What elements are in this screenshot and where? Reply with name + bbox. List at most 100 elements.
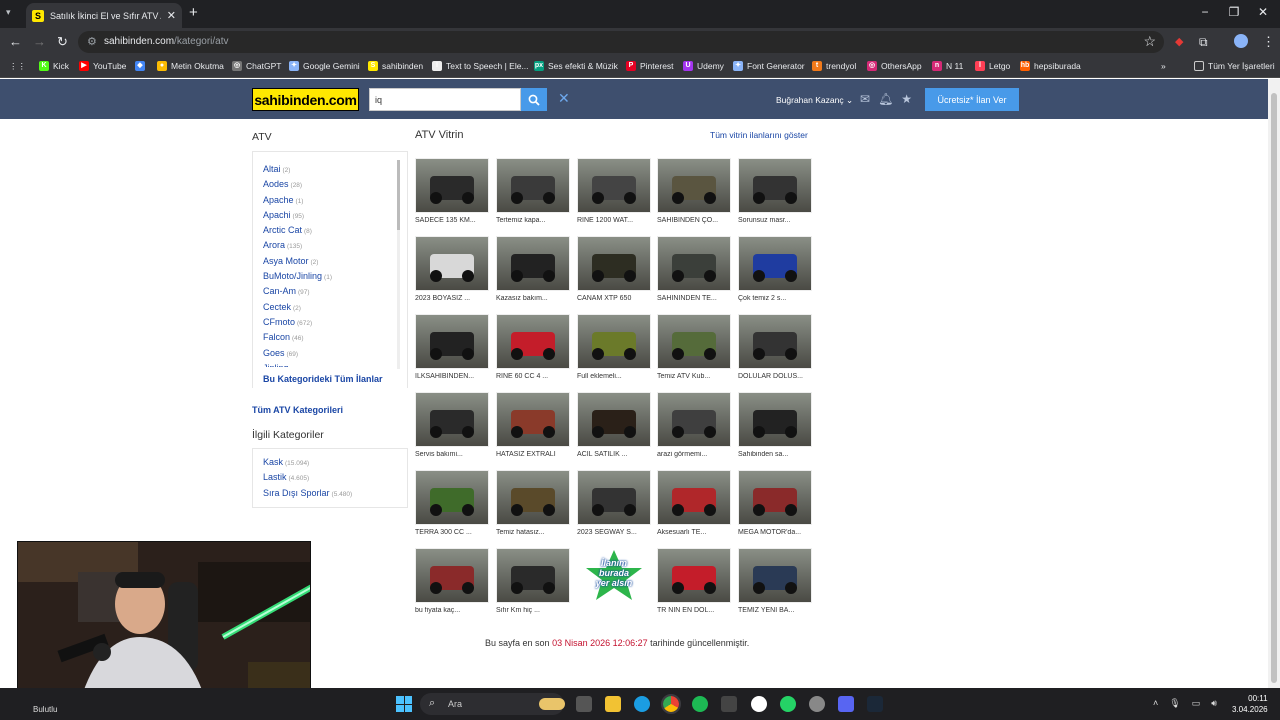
search-input[interactable] bbox=[369, 88, 521, 111]
listing-card[interactable]: TERRA 300 CC ... bbox=[415, 470, 489, 545]
bookmark-item[interactable]: ● Metin Okutma bbox=[157, 61, 224, 71]
listing-image[interactable] bbox=[577, 314, 651, 369]
all-atv-categories-link[interactable]: Tüm ATV Kategorileri bbox=[252, 405, 343, 415]
listing-image[interactable] bbox=[738, 158, 812, 213]
listing-title[interactable]: Kazasız bakım... bbox=[496, 295, 570, 302]
listing-image[interactable] bbox=[657, 314, 731, 369]
listing-card[interactable]: MEGA MOTOR'da... bbox=[738, 470, 812, 545]
bookmark-item[interactable]: ◆ bbox=[135, 61, 149, 71]
listing-title[interactable]: Tertemiz kapa... bbox=[496, 217, 570, 224]
network-icon[interactable]: ▭ bbox=[1192, 698, 1201, 709]
edge-icon[interactable] bbox=[634, 696, 650, 712]
listing-title[interactable]: Full eklemeli... bbox=[577, 373, 651, 380]
category-item[interactable]: Arora (135) bbox=[263, 238, 398, 253]
task-view-icon[interactable] bbox=[576, 696, 592, 712]
clock[interactable]: 00:11 3.04.2026 bbox=[1232, 693, 1268, 715]
promo-card[interactable]: İlanım burada yer alsın bbox=[577, 548, 651, 623]
listing-card[interactable]: Tertemiz kapa... bbox=[496, 158, 570, 233]
weather-widget[interactable]: Bulutlu bbox=[33, 705, 57, 714]
bookmark-item[interactable]: ✦ Google Gemini bbox=[289, 61, 360, 71]
tray-chevron-icon[interactable]: ˄ bbox=[1153, 698, 1158, 709]
listing-image[interactable] bbox=[657, 236, 731, 291]
listing-card[interactable]: arazi görmemi... bbox=[657, 392, 731, 467]
maximize-icon[interactable]: ❐ bbox=[1224, 5, 1244, 19]
listing-image[interactable] bbox=[738, 548, 812, 603]
menu-icon[interactable]: ⋮ bbox=[1262, 34, 1275, 50]
extension-icon[interactable]: ◆ bbox=[1175, 35, 1183, 48]
category-item[interactable]: Altai (2) bbox=[263, 162, 398, 177]
bookmark-item[interactable]: Ssahibinden bbox=[368, 61, 423, 71]
category-item[interactable]: Apache (1) bbox=[263, 193, 398, 208]
listing-title[interactable]: RINE 60 CC 4 ... bbox=[496, 373, 570, 380]
listing-image[interactable] bbox=[657, 470, 731, 525]
listing-card[interactable]: 2023 BOYASIZ ... bbox=[415, 236, 489, 311]
related-category-item[interactable]: Lastik (4.605) bbox=[253, 470, 407, 485]
listing-image[interactable] bbox=[738, 392, 812, 447]
new-tab-icon[interactable]: + bbox=[189, 4, 198, 21]
listing-title[interactable]: ACİL SATILIK ... bbox=[577, 451, 651, 458]
listing-image[interactable] bbox=[415, 470, 489, 525]
bookmark-item[interactable]: U Udemy bbox=[683, 61, 724, 71]
category-item[interactable]: Goes (69) bbox=[263, 346, 398, 361]
listing-title[interactable]: Sıfır Km hiç ... bbox=[496, 607, 570, 614]
listing-title[interactable]: Temiz hatasız... bbox=[496, 529, 570, 536]
close-tab-icon[interactable]: ✕ bbox=[167, 9, 176, 22]
category-item[interactable]: Falcon (46) bbox=[263, 330, 398, 345]
bookmark-star-icon[interactable]: ☆ bbox=[1143, 33, 1156, 50]
listing-card[interactable]: HATASIZ EXTRALI bbox=[496, 392, 570, 467]
listing-card[interactable]: SADECE 135 KM... bbox=[415, 158, 489, 233]
listing-title[interactable]: Çok temiz 2 s... bbox=[738, 295, 812, 302]
listing-title[interactable]: HATASIZ EXTRALI bbox=[496, 451, 570, 458]
address-bar[interactable]: ⚙ sahibinden.com/kategori/atv ☆ bbox=[78, 31, 1164, 53]
listing-image[interactable]: İlanım burada yer alsın bbox=[577, 548, 651, 603]
bookmark-item[interactable]: ◎ OthersApp bbox=[867, 61, 922, 71]
listing-card[interactable]: Full eklemeli... bbox=[577, 314, 651, 389]
listing-title[interactable]: Aksesuarlı TE... bbox=[657, 529, 731, 536]
show-all-vitrin-link[interactable]: Tüm vitrin ilanlarını göster bbox=[710, 130, 808, 140]
bookmark-item[interactable]: n N 11 bbox=[932, 61, 963, 71]
listing-title[interactable]: TERRA 300 CC ... bbox=[415, 529, 489, 536]
listing-image[interactable] bbox=[738, 470, 812, 525]
category-item[interactable]: Apachi (95) bbox=[263, 208, 398, 223]
listing-title[interactable]: TEMİZ YENİ BA... bbox=[738, 607, 812, 614]
bookmark-item[interactable]: px Ses efekti & Müzik bbox=[534, 61, 618, 71]
category-item[interactable]: Arctic Cat (8) bbox=[263, 223, 398, 238]
file-explorer-icon[interactable] bbox=[605, 696, 621, 712]
scrollbar-thumb[interactable] bbox=[1271, 93, 1277, 683]
post-ad-button[interactable]: Ücretsiz* İlan Ver bbox=[925, 88, 1019, 111]
listing-title[interactable]: TR NİN EN DOL... bbox=[657, 607, 731, 614]
listing-image[interactable] bbox=[738, 314, 812, 369]
listing-card[interactable]: İLKSAHİBİNDEN... bbox=[415, 314, 489, 389]
tab-search-icon[interactable]: ▾ bbox=[6, 7, 11, 18]
back-icon[interactable]: ← bbox=[9, 34, 22, 49]
listing-image[interactable] bbox=[415, 314, 489, 369]
listing-title[interactable]: 2023 BOYASIZ ... bbox=[415, 295, 489, 302]
listing-title[interactable]: Temiz ATV Kub... bbox=[657, 373, 731, 380]
listing-title[interactable]: 2023 SEGWAY S... bbox=[577, 529, 651, 536]
listing-card[interactable]: DOLULAR DOLUS... bbox=[738, 314, 812, 389]
listing-title[interactable]: Sahibinden sa... bbox=[738, 451, 812, 458]
listing-title[interactable]: SAHİBİNDEN ÇO... bbox=[657, 217, 731, 224]
more-bookmarks-icon[interactable]: » bbox=[1161, 61, 1166, 71]
listing-card[interactable]: ACİL SATILIK ... bbox=[577, 392, 651, 467]
listing-card[interactable]: SAHİBİNDEN ÇO... bbox=[657, 158, 731, 233]
close-window-icon[interactable]: ✕ bbox=[1253, 5, 1273, 19]
listing-image[interactable] bbox=[657, 392, 731, 447]
bookmark-item[interactable]: t trendyol bbox=[812, 61, 856, 71]
listing-image[interactable] bbox=[738, 236, 812, 291]
bookmark-item[interactable]: I Text to Speech | Ele... bbox=[432, 61, 529, 71]
category-list[interactable]: Altai (2) Aodes (28) Apache (1) Apachi (95) Arct… bbox=[263, 162, 398, 367]
widget-icon[interactable] bbox=[539, 698, 565, 710]
profile-avatar[interactable] bbox=[1234, 34, 1248, 48]
listing-image[interactable] bbox=[496, 470, 570, 525]
spotify-icon[interactable] bbox=[692, 696, 708, 712]
site-logo[interactable]: sahibinden.com bbox=[252, 88, 359, 111]
listing-title[interactable]: Sorunsuz masr... bbox=[738, 217, 812, 224]
app-icon[interactable] bbox=[751, 696, 767, 712]
category-item[interactable]: Jinling bbox=[263, 361, 398, 367]
app-icon-2[interactable] bbox=[809, 696, 825, 712]
listing-card[interactable]: TEMİZ YENİ BA... bbox=[738, 548, 812, 623]
category-item[interactable]: CFmoto (672) bbox=[263, 315, 398, 330]
whatsapp-icon[interactable] bbox=[780, 696, 796, 712]
listing-card[interactable]: 2023 SEGWAY S... bbox=[577, 470, 651, 545]
